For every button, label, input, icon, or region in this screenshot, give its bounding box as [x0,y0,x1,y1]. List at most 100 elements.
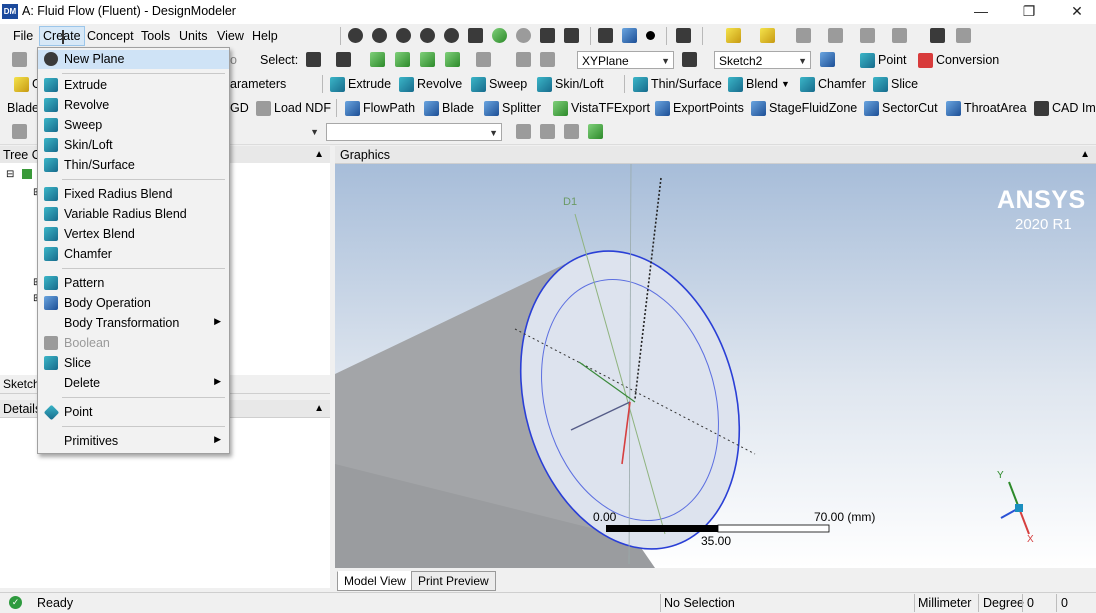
menu-item-fixed-radius-blend[interactable]: Fixed Radius Blend [38,185,229,204]
left-combo-partial[interactable]: ▼ [230,123,322,141]
select-points-icon[interactable] [370,52,385,67]
zoom-icon[interactable] [396,28,411,43]
cad-import-button[interactable]: CAD Imp [1034,98,1096,118]
expand-icon[interactable] [516,52,531,67]
select-bodies-icon[interactable] [445,52,460,67]
sketch-tool-icon[interactable] [12,124,27,139]
menu-item-point[interactable]: Point [38,403,229,422]
menu-item-body-operation[interactable]: Body Operation [38,294,229,313]
line-select-icon[interactable] [796,28,811,43]
sector-cut-button[interactable]: SectorCut [864,98,938,118]
pin-tool-icon[interactable] [930,28,945,43]
select-filter-icon[interactable] [336,52,351,67]
zoom-to-fit-icon[interactable] [492,28,507,43]
sketching-tab[interactable]: Sketch [3,377,40,391]
menu-item-sweep[interactable]: Sweep [38,116,229,135]
box-select-icon[interactable] [726,28,741,43]
menu-item-thin-surface[interactable]: Thin/Surface [38,156,229,175]
sketch-select[interactable]: Sketch2 ▼ [714,51,811,69]
feature-tool-2-icon[interactable] [540,124,555,139]
selection-filter-icon[interactable] [956,28,971,43]
menu-item-delete[interactable]: Delete ▶ [38,374,229,393]
pan-icon[interactable] [372,28,387,43]
menu-view[interactable]: View [217,29,244,43]
load-ndf-button[interactable]: Load NDF [256,98,331,118]
face-select-icon[interactable] [760,28,775,43]
select-edges-icon[interactable] [395,52,410,67]
blade-menu-partial[interactable]: Blade [7,98,39,118]
menu-item-extrude[interactable]: Extrude [38,76,229,95]
blade-button[interactable]: Blade [424,98,474,118]
throat-area-button[interactable]: ThroatArea [946,98,1027,118]
pin-icon[interactable]: ▲ [314,400,324,418]
extrude-button[interactable]: Extrude [330,74,391,94]
curve-select-icon[interactable] [892,28,907,43]
menu-file[interactable]: File [13,29,33,43]
display-model-icon[interactable] [622,28,637,43]
display-point-icon[interactable] [646,31,655,40]
feature-tool-1-icon[interactable] [516,124,531,139]
feature-tool-4-icon[interactable] [588,124,603,139]
menu-item-chamfer[interactable]: Chamfer [38,245,229,264]
zoom-box-icon[interactable] [444,28,459,43]
close-icon[interactable]: ✕ [1054,0,1096,24]
spline-select-icon[interactable] [860,28,875,43]
conversion-button[interactable]: Conversion [918,50,999,70]
minimize-icon[interactable]: — [958,0,1004,24]
menu-item-slice[interactable]: Slice [38,354,229,373]
select-faces-icon[interactable] [420,52,435,67]
previous-view-icon[interactable] [564,28,579,43]
revolve-button[interactable]: Revolve [399,74,462,94]
menu-concept[interactable]: Concept [87,29,134,43]
zoom-in-icon[interactable] [420,28,435,43]
pin-icon[interactable]: ▲ [1080,146,1090,164]
menu-tools[interactable]: Tools [141,29,170,43]
menu-item-new-plane[interactable]: New Plane [38,50,229,69]
menu-item-vertex-blend[interactable]: Vertex Blend [38,225,229,244]
iso-view-icon[interactable] [540,28,555,43]
pin-icon[interactable]: ▲ [314,146,324,164]
restore-icon[interactable]: ❐ [1006,0,1052,24]
normal-to-icon[interactable] [598,28,613,43]
stage-fluid-zone-button[interactable]: StageFluidZone [751,98,857,118]
flowpath-button[interactable]: FlowPath [345,98,415,118]
thin-surface-button[interactable]: Thin/Surface [633,74,722,94]
magnifier-icon[interactable] [516,28,531,43]
graphics-viewport[interactable]: ANSYS 2020 R1 D1 0.00 35.00 70.00 (mm) Y… [335,164,1096,568]
look-at-icon[interactable] [676,28,691,43]
plane-select[interactable]: XYPlane ▼ [577,51,674,69]
menu-item-revolve[interactable]: Revolve [38,96,229,115]
shrink-icon[interactable] [540,52,555,67]
slice-button[interactable]: Slice [873,74,918,94]
menu-units[interactable]: Units [179,29,207,43]
tree-expand-icon[interactable]: ⊟ [6,169,14,180]
skin-loft-button[interactable]: Skin/Loft [537,74,604,94]
menu-item-pattern[interactable]: Pattern [38,274,229,293]
tab-print-preview[interactable]: Print Preview [411,571,496,591]
feature-tool-3-icon[interactable] [564,124,579,139]
splitter-button[interactable]: Splitter [484,98,541,118]
tab-model-view[interactable]: Model View [337,571,413,591]
new-sketch-icon[interactable] [820,52,835,67]
gd-button-partial[interactable]: GD [230,98,249,118]
point-button[interactable]: Point [860,50,907,70]
vistatf-export-button[interactable]: VistaTFExport [553,98,650,118]
zoom-fit-icon[interactable] [468,28,483,43]
menu-item-variable-radius-blend[interactable]: Variable Radius Blend [38,205,229,224]
extend-selection-icon[interactable] [476,52,491,67]
new-plane-tool-icon[interactable] [682,52,697,67]
rotate-icon[interactable] [348,28,363,43]
select-mode-icon[interactable] [306,52,321,67]
menu-item-body-transformation[interactable]: Body Transformation ▶ [38,314,229,333]
save-icon[interactable] [12,52,27,67]
menu-item-primitives[interactable]: Primitives ▶ [38,432,229,451]
blend-button[interactable]: Blend ▼ [728,74,790,94]
menu-help[interactable]: Help [252,29,278,43]
arc-select-icon[interactable] [828,28,843,43]
menu-item-skin-loft[interactable]: Skin/Loft [38,136,229,155]
sweep-button[interactable]: Sweep [471,74,527,94]
chamfer-button[interactable]: Chamfer [800,74,866,94]
parameters-button[interactable]: arameters [230,74,286,94]
export-points-button[interactable]: ExportPoints [655,98,744,118]
model-canvas[interactable] [335,164,1096,568]
